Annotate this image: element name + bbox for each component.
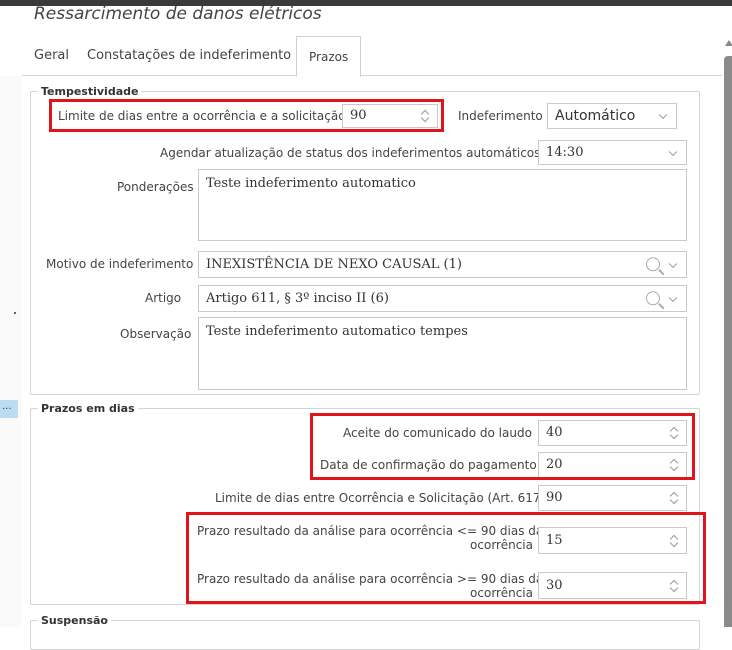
spinner-icon[interactable] [670,491,678,505]
prazos-legend: Prazos em dias [38,402,138,415]
left-panel-selected-item[interactable]: ... [0,400,18,418]
motivo-lookup[interactable]: INEXISTÊNCIA DE NEXO CAUSAL (1) [198,251,687,278]
suspensao-group [30,620,700,650]
motivo-label: Motivo de indeferimento [46,257,194,271]
ponderacoes-textarea[interactable]: Teste indeferimento automatico [198,169,687,241]
indeferimento-value: Automático [555,108,636,124]
ponderacoes-label: Ponderações [117,180,194,194]
tab-geral[interactable]: Geral [34,36,69,76]
tab-constatacoes[interactable]: Constatações de indeferimento [87,36,291,76]
limite-617-value: 90 [546,490,563,505]
tempestividade-legend: Tempestividade [38,85,142,98]
agendar-time-select[interactable]: 14:30 [538,140,687,165]
chevron-down-icon[interactable] [668,147,678,156]
observacao-textarea[interactable]: Teste indeferimento automatico tempes [198,317,687,390]
limite-617-input[interactable]: 90 [538,485,687,511]
indeferimento-label: Indeferimento [458,109,543,123]
scroll-up-arrow-icon[interactable] [725,40,732,46]
left-panel-strip [0,76,22,627]
artigo-label: Artigo [145,291,182,305]
artigo-lookup[interactable]: Artigo 611, § 3º inciso II (6) [198,285,687,312]
suspensao-legend: Suspensão [38,614,111,627]
scrollbar-thumb[interactable] [724,56,732,627]
chevron-down-icon[interactable] [658,110,668,120]
artigo-value: Artigo 611, § 3º inciso II (6) [206,291,389,306]
tab-prazos[interactable]: Prazos [296,36,362,77]
motivo-value: INEXISTÊNCIA DE NEXO CAUSAL (1) [206,257,462,272]
limite-617-label: Limite de dias entre Ocorrência e Solici… [215,491,546,505]
chevron-down-icon[interactable] [668,259,678,268]
search-icon[interactable] [646,256,660,271]
highlight-prazos-laudo [310,413,695,480]
highlight-limite-dias [49,99,444,132]
highlight-prazos-analise [186,512,706,604]
window-title: Ressarcimento de danos elétricos [34,4,322,24]
observacao-label: Observação [120,327,192,341]
chevron-down-icon[interactable] [668,293,678,302]
indeferimento-select[interactable]: Automático [547,103,677,129]
agendar-label: Agendar atualização de status dos indefe… [160,146,541,160]
search-icon[interactable] [646,290,660,305]
agendar-value: 14:30 [546,145,584,160]
left-panel-dot [14,312,16,314]
